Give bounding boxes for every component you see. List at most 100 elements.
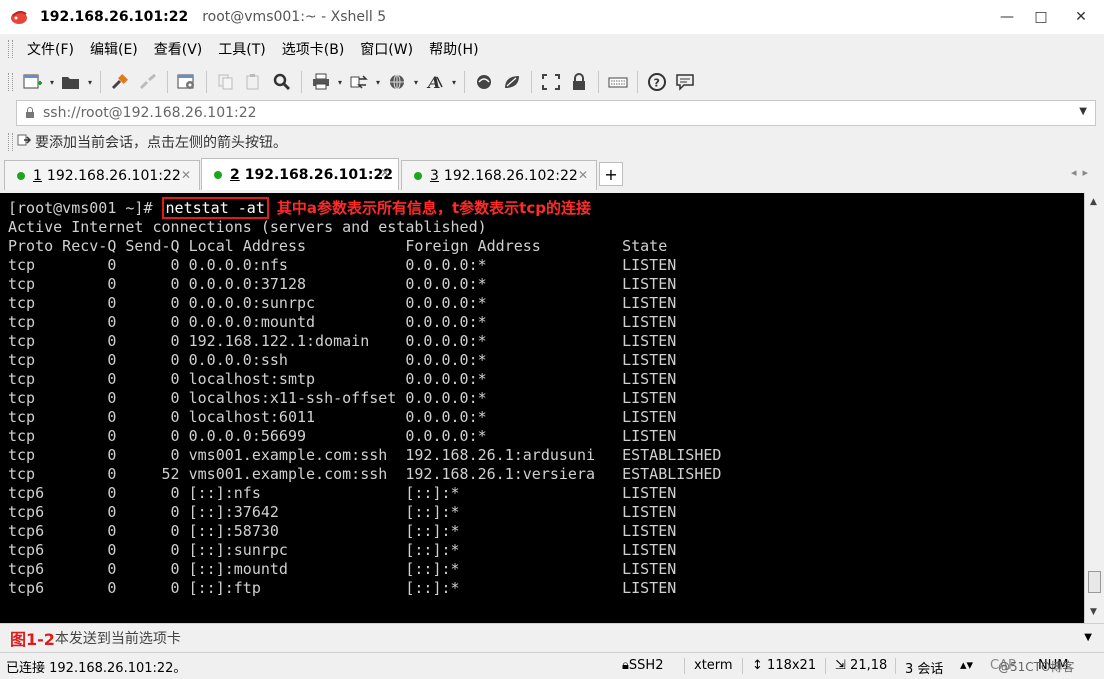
- minimize-icon: —: [1000, 9, 1014, 25]
- open-button[interactable]: [58, 69, 84, 95]
- tab-session-3[interactable]: 3 192.168.26.102:22 ✕: [401, 160, 597, 190]
- terminal-size-status: ↕ 118x21: [752, 658, 817, 673]
- terminal-view[interactable]: [root@vms001 ~]# netstat -at 其中a参数表示所有信息，…: [0, 193, 1084, 623]
- address-input[interactable]: ssh://root@192.168.26.101:22: [43, 105, 257, 121]
- terminal-output-line: tcp6 0 0 [::]:37642 [::]:* LISTEN: [8, 503, 677, 521]
- chat-icon: [676, 74, 694, 91]
- reconnect-button[interactable]: [107, 69, 133, 95]
- copy-icon: [218, 74, 233, 90]
- tab-close-icon[interactable]: ✕: [380, 166, 390, 180]
- svg-text:A: A: [426, 73, 440, 91]
- title-bar: 192.168.26.101:22 root@vms001:~ - Xshell…: [0, 0, 1104, 34]
- lock-icon: [573, 73, 585, 90]
- menu-window[interactable]: 窗口(W): [352, 39, 421, 59]
- minimize-button[interactable]: —: [990, 0, 1024, 34]
- terminal-output-line: tcp6 0 0 [::]:ftp [::]:* LISTEN: [8, 579, 677, 597]
- font-icon: A: [426, 73, 443, 91]
- paste-button[interactable]: [241, 69, 267, 95]
- compose-dropdown-icon[interactable]: ▼: [1084, 632, 1092, 643]
- address-bar[interactable]: ssh://root@192.168.26.101:22 ▼: [16, 100, 1096, 126]
- menu-bar: 文件(F) 编辑(E) 查看(V) 工具(T) 选项卡(B) 窗口(W) 帮助(…: [0, 34, 1104, 64]
- window-title-text: root@vms001:~ - Xshell 5: [202, 9, 387, 25]
- properties-button[interactable]: [174, 69, 200, 95]
- window-title-host: 192.168.26.101:22: [40, 9, 189, 25]
- session-count-status: 3 会话: [905, 662, 944, 677]
- connected-dot-icon: [214, 170, 222, 179]
- add-session-arrow-icon[interactable]: [17, 133, 32, 151]
- terminal-output-line: tcp6 0 0 [::]:nfs [::]:* LISTEN: [8, 484, 677, 502]
- encoding-dropdown[interactable]: ▾: [411, 78, 421, 87]
- cursor-icon: ⇲: [835, 658, 846, 673]
- terminal-output-line: tcp 0 52 vms001.example.com:ssh 192.168.…: [8, 465, 722, 483]
- close-button[interactable]: ✕: [1058, 0, 1104, 34]
- search-icon: [273, 73, 291, 91]
- new-tab-button[interactable]: +: [599, 162, 623, 186]
- paste-icon: [246, 74, 259, 90]
- tab-close-icon[interactable]: ✕: [181, 168, 191, 182]
- find-button[interactable]: [269, 69, 295, 95]
- encoding-button[interactable]: [384, 69, 410, 95]
- print-dropdown[interactable]: ▾: [335, 78, 345, 87]
- menu-edit[interactable]: 编辑(E): [82, 39, 146, 59]
- terminal-output-line: tcp 0 0 192.168.122.1:domain 0.0.0.0:* L…: [8, 332, 677, 350]
- font-dropdown[interactable]: ▾: [449, 78, 459, 87]
- lock-button[interactable]: [566, 69, 592, 95]
- figure-label: 图1-2: [10, 630, 55, 649]
- address-dropdown-icon[interactable]: ▼: [1079, 106, 1087, 117]
- xmanager-button[interactable]: [499, 69, 525, 95]
- tab-session-2[interactable]: 2 192.168.26.101:22 ✕: [201, 158, 399, 190]
- menu-help[interactable]: 帮助(H): [421, 39, 486, 59]
- unplug-icon: [139, 73, 156, 90]
- session-hint-bar: 要添加当前会话，点击左侧的箭头按钮。: [0, 128, 1104, 156]
- copy-button[interactable]: [213, 69, 239, 95]
- plug-icon: [111, 74, 128, 90]
- terminal-output-line: tcp 0 0 vms001.example.com:ssh 192.168.2…: [8, 446, 722, 464]
- xftp-button[interactable]: [471, 69, 497, 95]
- tab-close-icon[interactable]: ✕: [578, 168, 588, 182]
- terminal-scrollbar[interactable]: ▲ ▼: [1084, 193, 1104, 623]
- transfer-button[interactable]: [346, 69, 372, 95]
- menu-view[interactable]: 查看(V): [146, 39, 211, 59]
- transfer-dropdown[interactable]: ▾: [373, 78, 383, 87]
- scroll-down-icon[interactable]: ▼: [1090, 607, 1097, 617]
- help-icon: ?: [648, 73, 666, 91]
- terminal-type-status: xterm: [694, 658, 733, 673]
- tab-label: 192.168.26.102:22: [443, 167, 578, 184]
- scroll-thumb[interactable]: [1088, 571, 1101, 593]
- hint-text: 要添加当前会话，点击左侧的箭头按钮。: [35, 135, 287, 151]
- disconnect-button[interactable]: [135, 69, 161, 95]
- tab-scroll-arrows[interactable]: ◂▸: [1071, 166, 1094, 179]
- terminal-output-line: tcp 0 0 0.0.0.0:37128 0.0.0.0:* LISTEN: [8, 275, 677, 293]
- font-button[interactable]: A: [422, 69, 448, 95]
- printer-icon: [313, 73, 329, 90]
- help-button[interactable]: ?: [644, 69, 670, 95]
- connected-dot-icon: [414, 171, 422, 180]
- menu-tab[interactable]: 选项卡(B): [274, 39, 353, 59]
- menu-tools[interactable]: 工具(T): [210, 39, 273, 59]
- session-nav-icon[interactable]: ▴▾: [960, 658, 973, 673]
- terminal-output-line: tcp 0 0 0.0.0.0:nfs 0.0.0.0:* LISTEN: [8, 256, 677, 274]
- maximize-icon: □: [1034, 9, 1048, 25]
- connection-status: 已连接 192.168.26.101:22。: [6, 660, 187, 676]
- menu-file[interactable]: 文件(F): [19, 39, 82, 59]
- open-dropdown[interactable]: ▾: [85, 78, 95, 87]
- xshell-logo-icon[interactable]: [8, 6, 30, 28]
- maximize-button[interactable]: □: [1024, 0, 1058, 34]
- tab-session-1[interactable]: 1 192.168.26.101:22 ✕: [4, 160, 200, 190]
- keyboard-button[interactable]: [605, 69, 631, 95]
- toolbar: ▾ ▾ ▾ ▾ ▾ A ▾ ?: [0, 64, 1104, 100]
- terminal-output-line: tcp6 0 0 [::]:mountd [::]:* LISTEN: [8, 560, 677, 578]
- gear-window-icon: [177, 74, 194, 89]
- fullscreen-button[interactable]: [538, 69, 564, 95]
- hint-grip: [8, 133, 13, 151]
- new-session-button[interactable]: [20, 69, 46, 95]
- command-line: [root@vms001 ~]# netstat -at 其中a参数表示所有信息，…: [8, 197, 1084, 219]
- tab-label: 192.168.26.101:22: [244, 166, 393, 183]
- scroll-up-icon[interactable]: ▲: [1090, 197, 1097, 207]
- new-session-dropdown[interactable]: ▾: [47, 78, 57, 87]
- print-button[interactable]: [308, 69, 334, 95]
- watermark: @51CTO博客: [998, 660, 1075, 674]
- compose-input[interactable]: 本发送到当前选项卡: [55, 628, 181, 648]
- chat-button[interactable]: [672, 69, 698, 95]
- compose-bar[interactable]: 图1-2 本发送到当前选项卡 ▼: [0, 623, 1104, 652]
